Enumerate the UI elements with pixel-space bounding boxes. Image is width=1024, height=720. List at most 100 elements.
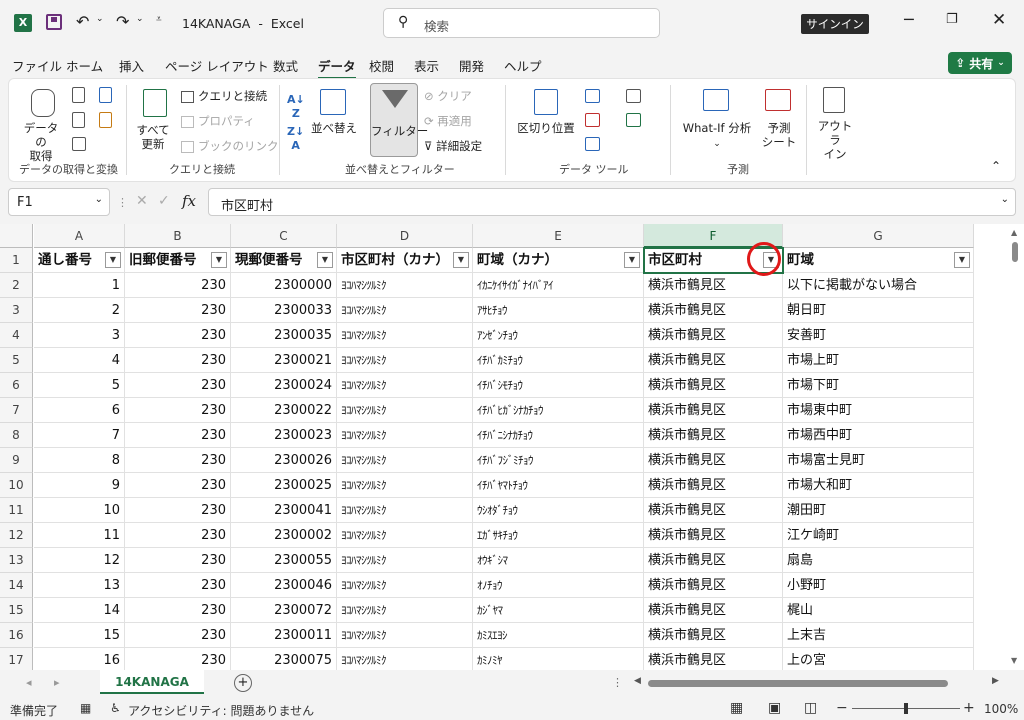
table-cell[interactable]: 市場東中町 [783,398,974,423]
filter-dropdown-icon[interactable]: ▼ [624,252,640,268]
remove-duplicates-icon[interactable] [585,113,600,127]
table-cell[interactable]: ｲﾁﾊﾞﾋｶﾞｼﾅｶﾁｮｳ [473,398,644,423]
tab-view[interactable]: 表示 [414,56,439,75]
minimize-icon[interactable]: ─ [904,10,914,29]
table-cell[interactable]: ｱﾝｾﾞﾝﾁｮｳ [473,323,644,348]
header-cell[interactable]: 町域 [783,248,974,273]
table-cell[interactable]: 2300002 [231,523,337,548]
insert-function-icon[interactable]: fx [182,192,196,210]
search-box[interactable]: ⚲ 検索 [383,8,660,38]
table-cell[interactable]: ﾖｺﾊﾏｼﾂﾙﾐｸ [337,573,473,598]
table-cell[interactable]: 7 [34,423,125,448]
table-cell[interactable]: 3 [34,323,125,348]
zoom-slider-thumb[interactable] [904,703,908,714]
table-cell[interactable]: 横浜市鶴見区 [644,448,783,473]
reapply-button[interactable]: ⟳ 再適用 [424,114,472,128]
table-cell[interactable]: ｲﾁﾊﾞｶﾐﾁｮｳ [473,348,644,373]
table-cell[interactable]: 潮田町 [783,498,974,523]
redo-icon[interactable]: ↷ [116,12,129,31]
row-header[interactable]: 2 [0,273,33,298]
page-break-view-icon[interactable]: ◫ [804,700,817,716]
column-header-d[interactable]: D [337,224,473,248]
consolidate-icon[interactable] [626,89,641,103]
table-cell[interactable]: 横浜市鶴見区 [644,598,783,623]
restore-icon[interactable]: ❐ [946,12,958,27]
row-header[interactable]: 10 [0,473,33,498]
table-cell[interactable]: 13 [34,573,125,598]
table-cell[interactable]: 2300033 [231,298,337,323]
from-table-icon[interactable] [72,112,85,128]
table-cell[interactable]: ｲﾁﾊﾞｼﾓﾁｮｳ [473,373,644,398]
table-cell[interactable]: 2300025 [231,473,337,498]
hscroll-right-icon[interactable]: ▶ [992,676,999,686]
name-box[interactable]: F1 ⌄ [8,188,110,216]
zoom-in-icon[interactable]: + [963,700,975,716]
sort-ascending-icon[interactable]: A↓ Z [287,93,305,121]
hscroll-left-icon[interactable]: ◀ [634,676,641,686]
row-header[interactable]: 6 [0,373,33,398]
table-cell[interactable]: ｵｳｷﾞｼﾏ [473,548,644,573]
filter-button[interactable]: フィルター [370,83,428,157]
macro-record-icon[interactable]: ▦ [80,701,91,715]
column-header-e[interactable]: E [473,224,644,248]
row-header[interactable]: 1 [0,248,33,273]
edit-links-button[interactable]: ブックのリンク [181,139,279,153]
prev-sheet-icon[interactable]: ◂ [26,676,32,689]
table-cell[interactable]: 2300041 [231,498,337,523]
tab-help[interactable]: ヘルプ [504,56,542,75]
vertical-scrollbar[interactable]: ▲ ▼ [1005,224,1024,670]
filter-dropdown-icon[interactable]: ▼ [453,252,469,268]
next-sheet-icon[interactable]: ▸ [54,676,60,689]
row-header[interactable]: 3 [0,298,33,323]
properties-button[interactable]: プロパティ [181,114,255,128]
table-cell[interactable]: 230 [125,498,231,523]
share-button[interactable]: ⇪ 共有 ⌄ [948,52,1012,74]
row-header[interactable]: 9 [0,448,33,473]
table-cell[interactable]: ｴｶﾞｻｷﾁｮｳ [473,523,644,548]
table-cell[interactable]: 10 [34,498,125,523]
table-cell[interactable]: 以下に掲載がない場合 [783,273,974,298]
table-cell[interactable]: ｱｻﾋﾁｮｳ [473,298,644,323]
undo-icon[interactable]: ↶ [76,12,89,31]
table-cell[interactable]: ﾖｺﾊﾏｼﾂﾙﾐｸ [337,398,473,423]
table-cell[interactable]: 市場西中町 [783,423,974,448]
text-to-columns-button[interactable]: 区切り位置 [517,121,575,135]
table-cell[interactable]: ｶﾐｽｴﾖｼ [473,623,644,648]
table-cell[interactable]: 横浜市鶴見区 [644,373,783,398]
table-cell[interactable]: ﾖｺﾊﾏｼﾂﾙﾐｸ [337,548,473,573]
table-cell[interactable]: ﾖｺﾊﾏｼﾂﾙﾐｸ [337,298,473,323]
forecast-sheet-button[interactable]: 予測 シート [759,121,799,149]
table-cell[interactable]: ｲﾁﾊﾞﾌｼﾞﾐﾁｮｳ [473,448,644,473]
table-cell[interactable]: 扇島 [783,548,974,573]
name-box-dropdown-icon[interactable]: ⌄ [95,194,103,205]
table-cell[interactable]: 12 [34,548,125,573]
table-cell[interactable]: ﾖｺﾊﾏｼﾂﾙﾐｸ [337,473,473,498]
table-cell[interactable]: 2300022 [231,398,337,423]
table-cell[interactable]: 梶山 [783,598,974,623]
tab-formulas[interactable]: 数式 [273,56,298,75]
table-cell[interactable]: 230 [125,573,231,598]
table-cell[interactable]: 安善町 [783,323,974,348]
row-header[interactable]: 7 [0,398,33,423]
redo-dropdown-icon[interactable]: ⌄ [136,14,144,24]
table-cell[interactable]: 市場富士見町 [783,448,974,473]
accessibility-icon[interactable]: ♿ [110,701,121,715]
row-header[interactable]: 11 [0,498,33,523]
tab-developer[interactable]: 開発 [459,56,484,75]
table-cell[interactable]: 市場上町 [783,348,974,373]
table-cell[interactable]: ｲｶﾆｹｲｻｲｶﾞﾅｲﾊﾞｱｲ [473,273,644,298]
table-cell[interactable]: 横浜市鶴見区 [644,398,783,423]
table-cell[interactable]: ｵﾉﾁｮｳ [473,573,644,598]
sheet-tab-14kanaga[interactable]: 14KANAGA [100,670,204,694]
table-cell[interactable]: 横浜市鶴見区 [644,298,783,323]
get-data-button[interactable]: データの 取得 [19,121,63,163]
table-cell[interactable]: 230 [125,373,231,398]
table-cell[interactable]: 市場大和町 [783,473,974,498]
scroll-down-icon[interactable]: ▼ [1011,656,1017,665]
table-cell[interactable]: 市場下町 [783,373,974,398]
table-cell[interactable]: 横浜市鶴見区 [644,348,783,373]
table-cell[interactable]: 2300026 [231,448,337,473]
table-cell[interactable]: ﾖｺﾊﾏｼﾂﾙﾐｸ [337,623,473,648]
table-cell[interactable]: 2300024 [231,373,337,398]
enter-icon[interactable]: ✓ [158,193,170,209]
